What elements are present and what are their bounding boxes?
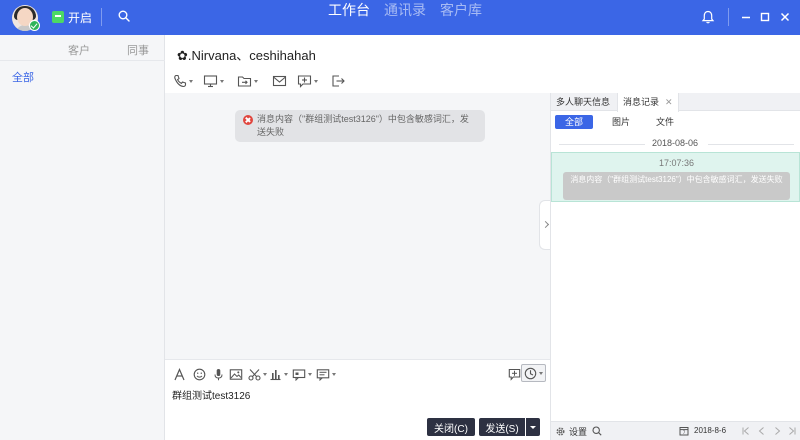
mail-icon (272, 75, 287, 87)
history-filters: 全部 图片 文件 (551, 115, 800, 131)
message-area[interactable]: 消息内容（"群组测试test3126"）中包含敏感词汇，发送失败 (165, 93, 550, 359)
system-message: 消息内容（"群组测试test3126"）中包含敏感词汇，发送失败 (235, 110, 485, 142)
bar-chart-icon (270, 369, 281, 380)
open-toggle-button[interactable]: 开启 (52, 8, 92, 26)
email-button[interactable] (272, 73, 287, 89)
search-icon[interactable] (592, 426, 602, 436)
record-message: 消息内容（"群组测试test3126"）中包含敏感词汇，发送失败 (563, 172, 790, 200)
send-button[interactable]: 发送(S) (479, 418, 525, 436)
svg-text:7: 7 (683, 430, 686, 435)
screenshot-button[interactable] (248, 366, 267, 382)
monitor-icon (203, 75, 218, 88)
divider (728, 8, 729, 26)
history-footer: 设置 7 2018-8-6 (551, 421, 800, 440)
gear-icon (556, 426, 565, 436)
system-message-text: 消息内容（"群组测试test3126"）中包含敏感词汇，发送失败 (257, 114, 469, 137)
maximize-icon[interactable] (757, 9, 773, 25)
filter-files[interactable]: 文件 (650, 115, 680, 129)
exit-icon (332, 75, 345, 87)
search-icon[interactable] (118, 10, 130, 22)
quick-reply-button[interactable] (316, 366, 336, 382)
tab-message-history-label: 消息记录 (623, 97, 660, 107)
sidebar-tabs: 客户 同事 (0, 35, 165, 61)
close-tab-icon[interactable]: ✕ (665, 93, 673, 111)
chat-panel: ✿.Nirvana、ceshihahah 消息内容（"群组测试test3126"… (165, 35, 550, 440)
card-icon (292, 368, 306, 381)
close-button[interactable]: 关闭(C) (427, 418, 475, 436)
message-input[interactable]: 群组测试test3126 (172, 387, 250, 402)
right-panel: 多人聊天信息 消息记录 ✕ 全部 图片 文件 2018-08-06 17:07:3… (550, 93, 800, 440)
exit-group-button[interactable] (331, 73, 346, 89)
chat-toolbar (165, 69, 550, 93)
emoji-icon (193, 368, 206, 380)
screen-share-button[interactable] (203, 73, 224, 89)
add-comment-icon (297, 75, 312, 88)
call-button[interactable] (173, 73, 193, 89)
history-button[interactable] (521, 364, 546, 382)
input-toolbar (165, 362, 550, 384)
calendar-icon[interactable]: 7 (679, 426, 689, 436)
voice-button[interactable] (212, 366, 225, 382)
send-options-button[interactable] (526, 418, 540, 436)
font-icon (174, 367, 185, 380)
tab-workbench[interactable]: 工作台 (328, 0, 370, 20)
history-record[interactable]: 17:07:36 消息内容（"群组测试test3126"）中包含敏感词汇，发送失… (551, 152, 800, 202)
sidebar-tab-customers[interactable]: 客户 (68, 42, 90, 58)
tab-customer-library[interactable]: 客户库 (440, 0, 482, 20)
minimize-icon[interactable] (738, 9, 754, 25)
sidebar-tab-colleagues[interactable]: 同事 (127, 42, 149, 58)
right-panel-tabs: 多人聊天信息 消息记录 ✕ (551, 93, 800, 112)
scissors-icon (248, 368, 261, 381)
online-status-icon (29, 20, 40, 31)
phone-icon (174, 74, 187, 88)
tab-contacts[interactable]: 通讯录 (384, 0, 426, 20)
date-divider: 2018-08-06 (551, 137, 800, 151)
chat-title: ✿.Nirvana、ceshihahah (177, 48, 316, 63)
record-time: 17:07:36 (658, 158, 695, 168)
add-chat-button[interactable] (297, 73, 318, 89)
top-bar: 开启 工作台 通讯录 客户库 (0, 0, 800, 35)
add-message-button[interactable] (508, 366, 521, 382)
send-file-button[interactable] (237, 73, 258, 89)
card-button[interactable] (292, 366, 312, 382)
next-page-icon[interactable] (772, 426, 782, 436)
error-icon (243, 115, 253, 125)
image-icon (229, 368, 243, 380)
prev-page-icon[interactable] (757, 426, 767, 436)
last-page-icon[interactable] (787, 426, 797, 436)
bell-icon[interactable] (700, 9, 716, 25)
clock-icon (524, 367, 537, 379)
collapse-panel-handle[interactable] (539, 200, 550, 250)
image-button[interactable] (229, 366, 243, 382)
tab-group-info[interactable]: 多人聊天信息 (551, 93, 615, 111)
settings-button[interactable]: 设置 (555, 425, 587, 437)
folder-icon (237, 76, 252, 87)
open-toggle-label: 开启 (68, 10, 93, 25)
message-input-area[interactable]: 群组测试test3126 关闭(C) 发送(S) (165, 359, 550, 440)
filter-all[interactable]: 全部 (555, 115, 593, 129)
message-template-icon (316, 368, 330, 381)
date-divider-text: 2018-08-06 (652, 138, 699, 148)
font-button[interactable] (173, 366, 186, 382)
flag-icon (52, 11, 64, 23)
sidebar-item-all[interactable]: 全部 (12, 69, 34, 85)
chart-button[interactable] (269, 366, 288, 382)
microphone-icon (214, 368, 223, 380)
emoji-button[interactable] (193, 366, 206, 382)
first-page-icon[interactable] (741, 426, 751, 436)
settings-label: 设置 (569, 426, 588, 437)
divider (101, 8, 102, 26)
footer-date: 2018-8-6 (694, 426, 727, 435)
filter-images[interactable]: 图片 (606, 115, 636, 129)
add-comment-icon (508, 368, 521, 381)
tab-message-history[interactable]: 消息记录 ✕ (617, 93, 679, 112)
sidebar: 客户 同事 全部 (0, 35, 165, 440)
close-icon[interactable] (777, 9, 793, 25)
